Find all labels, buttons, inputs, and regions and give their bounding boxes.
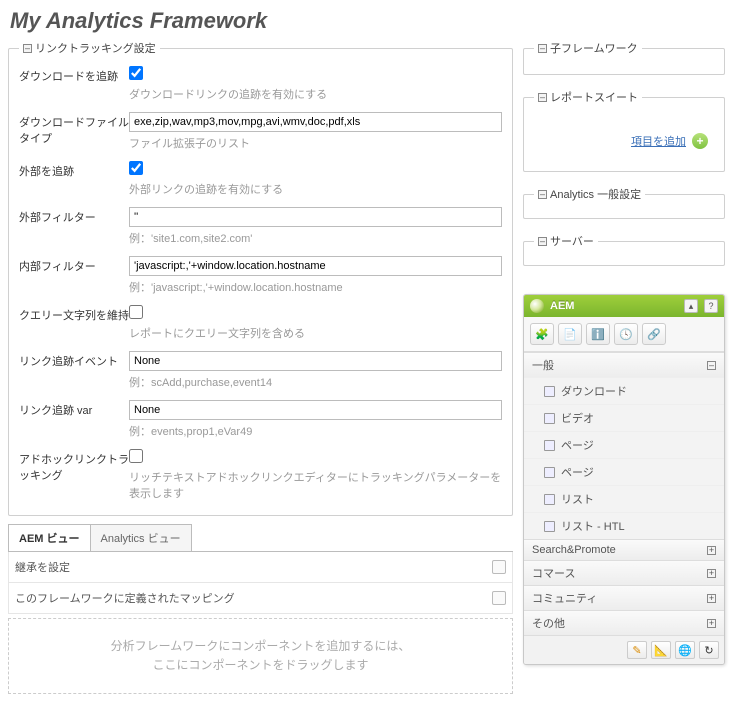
external-hint: 外部リンクの追跡を有効にする — [129, 181, 502, 197]
query-label: クエリー文字列を維持 — [19, 305, 129, 341]
events-label: リンク追跡イベント — [19, 351, 129, 390]
list-item[interactable]: リスト — [524, 485, 724, 512]
collapse-icon[interactable]: – — [23, 44, 32, 53]
tool-workflow-icon[interactable]: 🔗 — [642, 323, 666, 345]
tool-components-icon[interactable]: 🧩 — [530, 323, 554, 345]
plus-icon[interactable]: + — [692, 133, 708, 149]
aem-logo-icon — [530, 299, 544, 313]
minimize-icon[interactable]: ▴ — [684, 299, 698, 313]
download-checkbox[interactable] — [129, 66, 143, 80]
intfilter-input[interactable] — [129, 256, 502, 276]
link-tracking-fieldset: –リンクトラッキング設定 ダウンロードを追跡ダウンロードリンクの追跡を有効にする… — [8, 40, 513, 516]
edit-icon[interactable]: ✎ — [627, 641, 647, 659]
expand-icon[interactable]: + — [707, 546, 716, 555]
collapse-icon[interactable]: – — [538, 93, 547, 102]
list-item[interactable]: ページ — [524, 431, 724, 458]
page-title: My Analytics Framework — [10, 8, 742, 34]
component-icon — [544, 467, 555, 478]
help-icon[interactable]: ? — [704, 299, 718, 313]
filetype-label: ダウンロードファイルタイプ — [19, 112, 129, 151]
component-icon — [544, 494, 555, 505]
extfilter-hint: 例：'site1.com,site2.com' — [129, 230, 502, 246]
list-item[interactable]: ダウンロード — [524, 377, 724, 404]
download-label: ダウンロードを追跡 — [19, 66, 129, 102]
list-item[interactable]: リスト - HTL — [524, 512, 724, 539]
tool-versions-icon[interactable]: 🕓 — [614, 323, 638, 345]
tab-aem-view[interactable]: AEM ビュー — [8, 524, 91, 551]
intfilter-hint: 例：'javascript:,'+window.location.hostnam… — [129, 279, 502, 295]
cat-commerce[interactable]: コマース — [532, 565, 575, 581]
adhoc-label: アドホックリンクトラッキング — [19, 449, 129, 501]
filetype-hint: ファイル拡張子のリスト — [129, 135, 502, 151]
globe-icon[interactable]: 🌐 — [675, 641, 695, 659]
events-input[interactable] — [129, 351, 502, 371]
report-suite-fieldset: –レポートスイート 項目を追加+ — [523, 89, 725, 172]
collapse-icon[interactable]: – — [538, 237, 547, 246]
add-item-link[interactable]: 項目を追加 — [631, 133, 686, 149]
extfilter-input[interactable] — [129, 207, 502, 227]
component-icon — [544, 521, 555, 532]
inherit-action[interactable] — [492, 560, 506, 574]
vars-input[interactable] — [129, 400, 502, 420]
sidekick-panel: AEM▴? 🧩 📄 ℹ️ 🕓 🔗 一般– ダウンロード ビデオ ページ ページ … — [523, 294, 725, 665]
refresh-icon[interactable]: ↻ — [699, 641, 719, 659]
server-fieldset: –サーバー — [523, 233, 725, 266]
external-checkbox[interactable] — [129, 161, 143, 175]
component-icon — [544, 386, 555, 397]
collapse-icon[interactable]: – — [538, 44, 547, 53]
row-mapping: このフレームワークに定義されたマッピング — [15, 590, 235, 606]
mapping-action[interactable] — [492, 591, 506, 605]
component-icon — [544, 440, 555, 451]
expand-icon[interactable]: + — [707, 594, 716, 603]
filetype-input[interactable] — [129, 112, 502, 132]
list-item[interactable]: ページ — [524, 458, 724, 485]
extfilter-label: 外部フィルター — [19, 207, 129, 246]
cat-other[interactable]: その他 — [532, 615, 565, 631]
expand-icon[interactable]: + — [707, 619, 716, 628]
child-framework-fieldset: –子フレームワーク — [523, 40, 725, 75]
ruler-icon[interactable]: 📐 — [651, 641, 671, 659]
collapse-icon[interactable]: – — [538, 190, 547, 199]
download-hint: ダウンロードリンクの追跡を有効にする — [129, 86, 502, 102]
expand-icon[interactable]: + — [707, 569, 716, 578]
query-checkbox[interactable] — [129, 305, 143, 319]
external-label: 外部を追跡 — [19, 161, 129, 197]
adhoc-hint: リッチテキストアドホックリンクエディターにトラッキングパラメーターを表示します — [129, 469, 502, 501]
query-hint: レポートにクエリー文字列を含める — [129, 325, 502, 341]
vars-label: リンク追跡 var — [19, 400, 129, 439]
intfilter-label: 内部フィルター — [19, 256, 129, 295]
events-hint: 例：scAdd,purchase,event14 — [129, 374, 502, 390]
vars-hint: 例：events,prop1,eVar49 — [129, 423, 502, 439]
sidekick-title: AEM — [550, 300, 678, 312]
row-inherit: 継承を設定 — [15, 559, 70, 575]
collapse-icon[interactable]: – — [707, 361, 716, 370]
list-item[interactable]: ビデオ — [524, 404, 724, 431]
cat-general[interactable]: 一般 — [532, 357, 554, 373]
adhoc-checkbox[interactable] — [129, 449, 143, 463]
tab-analytics-view[interactable]: Analytics ビュー — [90, 524, 192, 551]
analytics-general-fieldset: –Analytics 一般設定 — [523, 186, 725, 219]
dropzone[interactable]: 分析フレームワークにコンポーネントを追加するには、ここにコンポーネントをドラッグ… — [8, 618, 513, 694]
cat-search[interactable]: Search&Promote — [532, 544, 616, 556]
tool-page-icon[interactable]: 📄 — [558, 323, 582, 345]
component-icon — [544, 413, 555, 424]
cat-community[interactable]: コミュニティ — [532, 590, 597, 606]
fieldset-legend: リンクトラッキング設定 — [35, 40, 156, 56]
tool-info-icon[interactable]: ℹ️ — [586, 323, 610, 345]
